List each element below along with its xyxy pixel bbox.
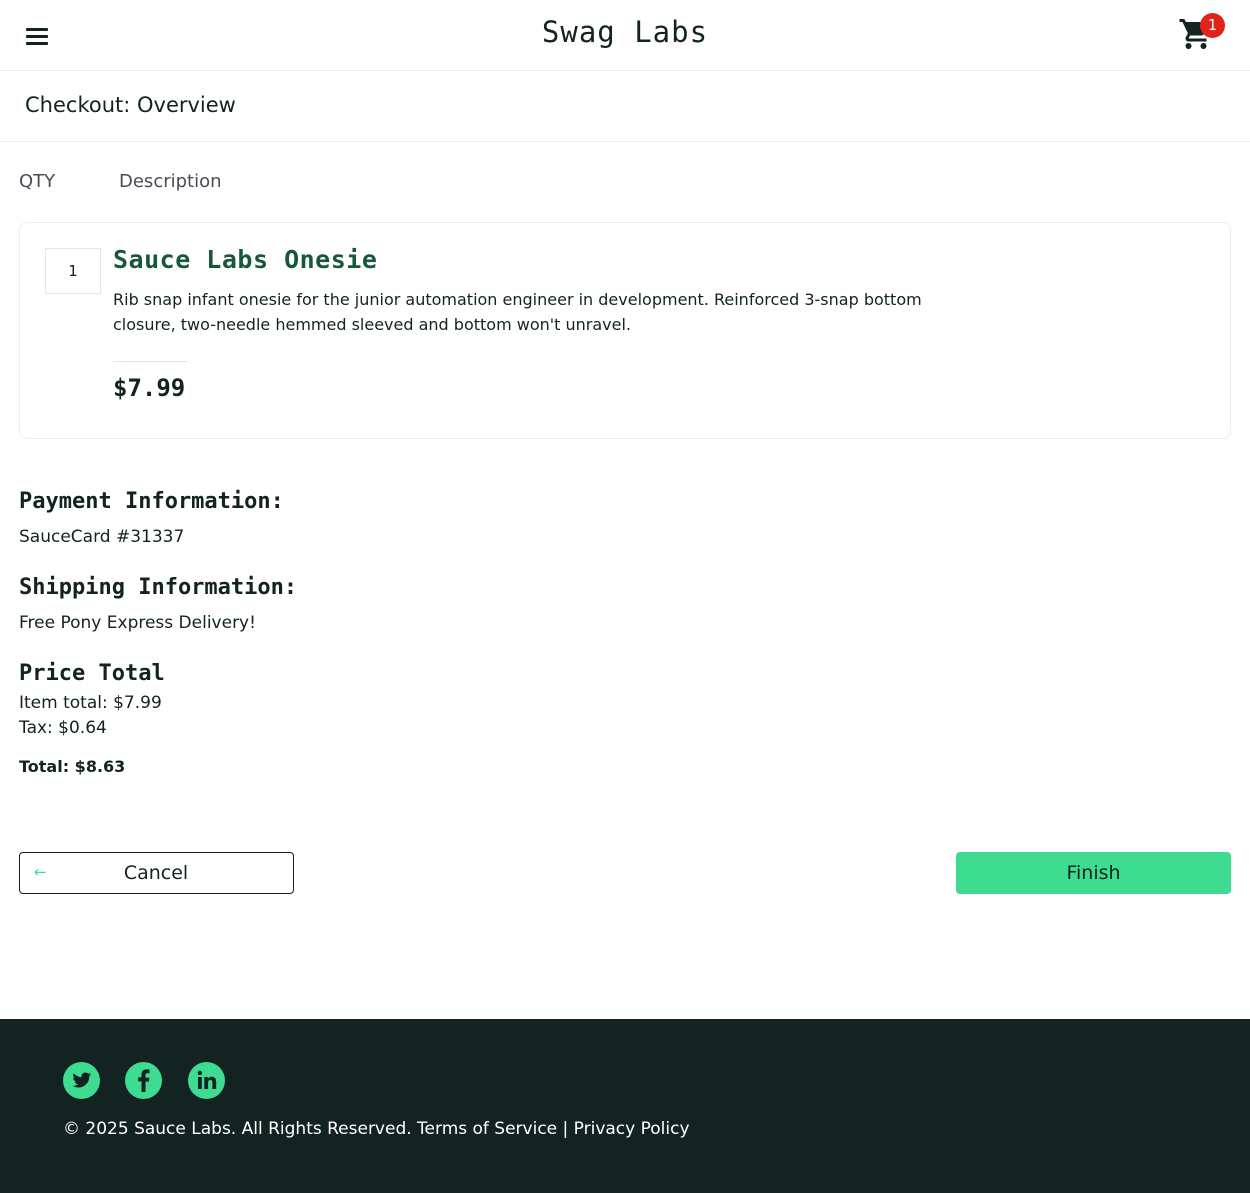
- price-total-label: Price Total: [19, 661, 165, 686]
- item-name-link[interactable]: Sauce Labs Onesie: [113, 245, 377, 274]
- facebook-link[interactable]: [125, 1062, 162, 1099]
- facebook-icon: [138, 1069, 150, 1092]
- subtotal-label: Item total: $7.99: [19, 693, 162, 713]
- price-divider: [113, 361, 188, 362]
- linkedin-icon: [197, 1070, 217, 1089]
- total-label: Total: $8.63: [19, 757, 126, 776]
- payment-info-label: Payment Information:: [19, 489, 284, 514]
- shipping-info-value: Free Pony Express Delivery!: [19, 613, 256, 633]
- item-description: Rib snap infant onesie for the junior au…: [113, 290, 922, 334]
- footer: © 2025 Sauce Labs. All Rights Reserved. …: [0, 1019, 1250, 1193]
- item-price: $7.99: [113, 374, 186, 402]
- page-title: Checkout: Overview: [25, 93, 236, 117]
- subheader: Checkout: Overview: [0, 71, 1250, 142]
- shipping-info-label: Shipping Information:: [19, 575, 298, 600]
- qty-column-label: QTY: [19, 171, 56, 192]
- cancel-button-label: Cancel: [123, 862, 189, 884]
- copyright-text: © 2025 Sauce Labs. All Rights Reserved. …: [63, 1119, 690, 1139]
- twitter-icon: [72, 1072, 92, 1088]
- item-quantity: 1: [45, 248, 101, 294]
- tax-label: Tax: $0.64: [19, 718, 107, 738]
- cart-badge: 1: [1200, 13, 1225, 38]
- cart-item: 1 Sauce Labs Onesie Rib snap infant ones…: [19, 222, 1231, 439]
- cancel-button[interactable]: ← Cancel: [19, 852, 294, 894]
- payment-info-value: SauceCard #31337: [19, 527, 185, 547]
- linkedin-link[interactable]: [188, 1062, 225, 1099]
- description-column-label: Description: [119, 171, 222, 192]
- finish-button-label: Finish: [1066, 862, 1121, 884]
- twitter-link[interactable]: [63, 1062, 100, 1099]
- app-logo: Swag Labs: [541, 15, 709, 49]
- finish-button[interactable]: Finish: [956, 852, 1231, 894]
- header: Swag Labs 1: [0, 0, 1250, 71]
